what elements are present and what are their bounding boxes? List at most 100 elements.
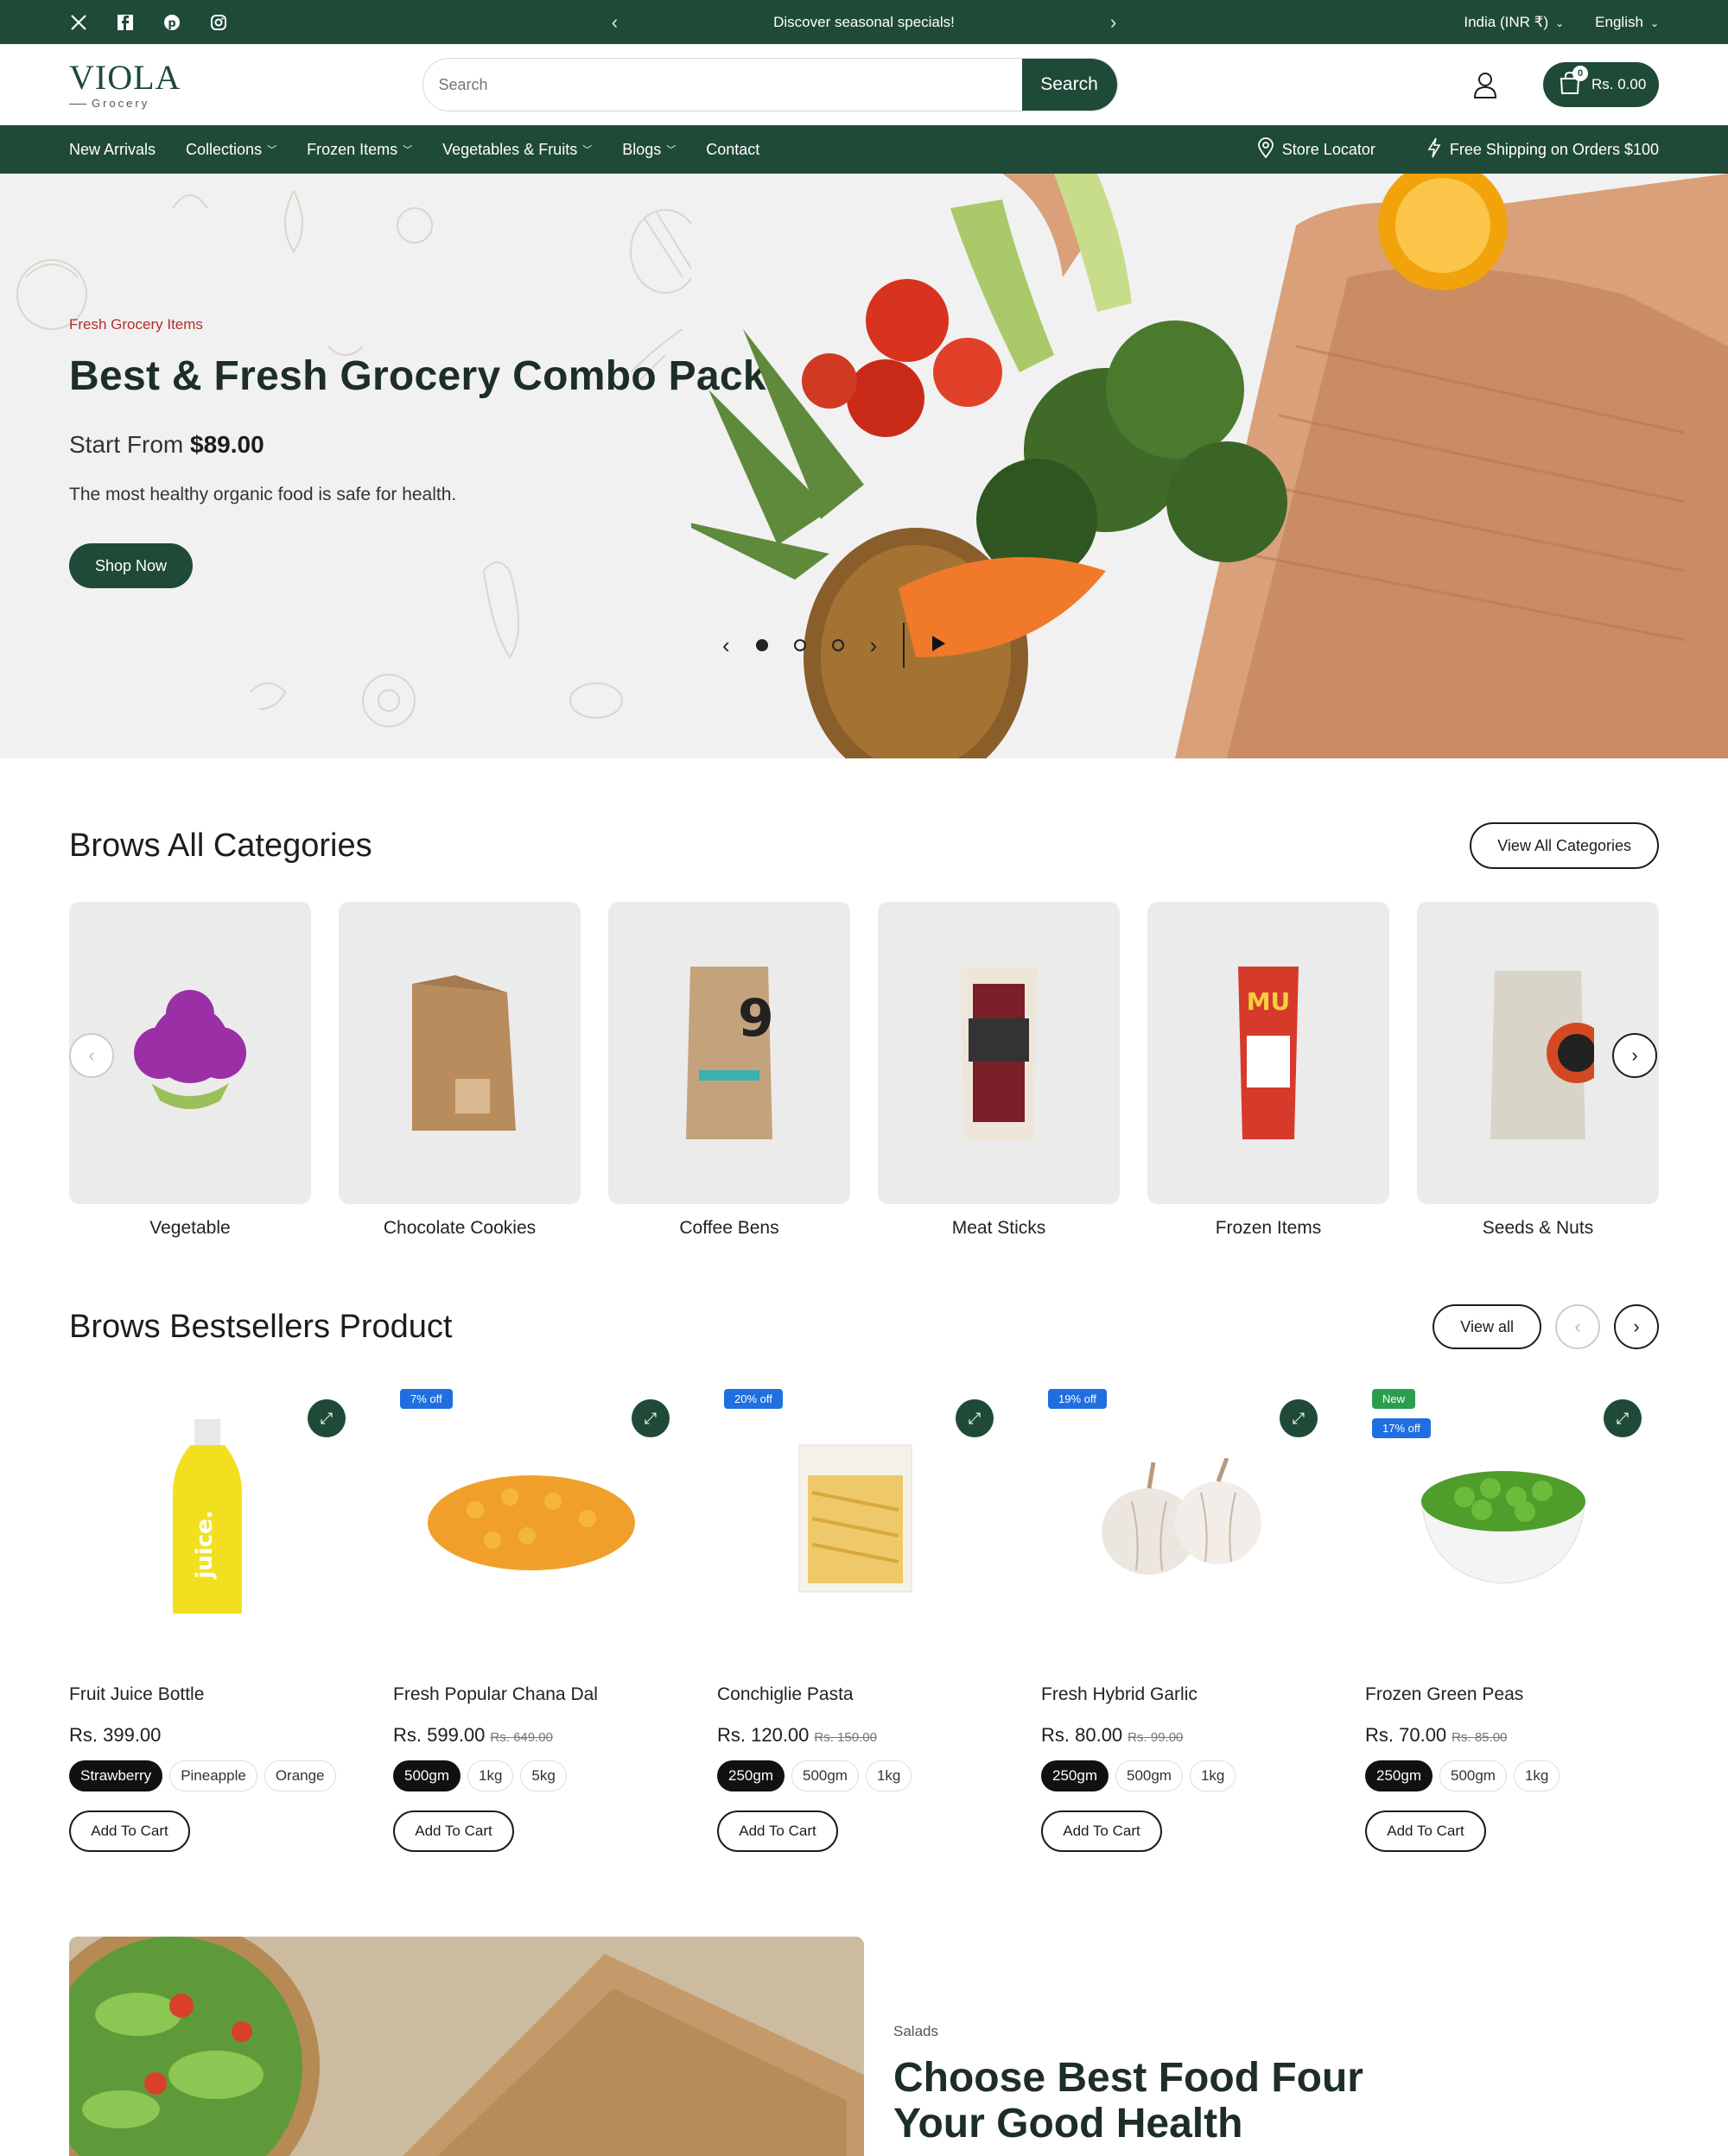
svg-text:MU: MU	[1247, 987, 1291, 1016]
svg-text:juice.: juice.	[192, 1510, 218, 1579]
new-badge: New	[1372, 1389, 1416, 1409]
discount-badge: 19% off	[1048, 1389, 1107, 1409]
add-to-cart-button[interactable]: Add To Cart	[69, 1810, 190, 1852]
product-card[interactable]: juice. ⤢ Fruit Juice Bottle Rs. 399.00 S…	[69, 1389, 346, 1852]
slide-dot-3[interactable]	[831, 639, 844, 651]
announcement-prev-button[interactable]: ‹	[612, 11, 618, 34]
variant-options: 250gm 500gm 1kg	[717, 1760, 994, 1791]
category-card[interactable]: Chocolate Cookies	[339, 902, 581, 1239]
add-to-cart-button[interactable]: Add To Cart	[1365, 1810, 1486, 1852]
product-price-row: Rs. 599.00 Rs. 649.00	[393, 1724, 670, 1747]
social-links: p	[69, 13, 228, 32]
expand-icon[interactable]: ⤢	[1604, 1399, 1642, 1437]
product-card[interactable]: 20% off ⤢ Conchiglie Pasta Rs. 120.00 Rs.…	[717, 1389, 994, 1852]
variant-option[interactable]: 1kg	[865, 1760, 912, 1791]
language-selector[interactable]: English ⌄	[1595, 14, 1659, 31]
cart-count-badge: 0	[1572, 66, 1588, 81]
categories-prev-button[interactable]: ‹	[69, 1033, 114, 1078]
facebook-icon[interactable]	[116, 13, 135, 32]
nav-contact[interactable]: Contact	[706, 141, 759, 159]
category-card[interactable]: MU Frozen Items	[1147, 902, 1389, 1239]
variant-option[interactable]: 1kg	[467, 1760, 514, 1791]
variant-option[interactable]: 5kg	[520, 1760, 567, 1791]
variant-option[interactable]: 1kg	[1189, 1760, 1236, 1791]
x-icon[interactable]	[69, 13, 88, 32]
hero-next-button[interactable]: ›	[870, 632, 878, 659]
language-label: English	[1595, 13, 1643, 30]
product-card[interactable]: New 17% off ⤢ Frozen Green Peas Rs. 70.0…	[1365, 1389, 1642, 1852]
variant-option[interactable]: 1kg	[1513, 1760, 1560, 1791]
nav-vegetables-fruits[interactable]: Vegetables & Fruits ﹀	[442, 141, 592, 159]
slide-dot-2[interactable]	[793, 639, 806, 651]
variant-option[interactable]: 500gm	[1115, 1760, 1183, 1791]
expand-icon[interactable]: ⤢	[956, 1399, 994, 1437]
cart-button[interactable]: 0 Rs. 0.00	[1543, 62, 1659, 107]
instagram-icon[interactable]	[209, 13, 228, 32]
nav-label: Blogs	[622, 140, 662, 158]
bestsellers-prev-button[interactable]: ‹	[1555, 1304, 1600, 1349]
variant-option[interactable]: Orange	[264, 1760, 336, 1791]
shop-now-button[interactable]: Shop Now	[69, 543, 193, 588]
region-selector[interactable]: India (INR ₹) ⌄	[1464, 14, 1564, 31]
category-name: Frozen Items	[1215, 1218, 1322, 1238]
play-icon[interactable]	[931, 635, 946, 656]
chevron-down-icon: ﹀	[666, 145, 677, 155]
add-to-cart-button[interactable]: Add To Cart	[1041, 1810, 1162, 1852]
variant-option[interactable]: 500gm	[791, 1760, 859, 1791]
nav-collections[interactable]: Collections ﹀	[186, 141, 276, 159]
product-price-row: Rs. 399.00	[69, 1724, 346, 1747]
expand-icon[interactable]: ⤢	[632, 1399, 670, 1437]
hero-eyebrow: Fresh Grocery Items	[69, 316, 203, 333]
category-card[interactable]: Meat Sticks	[878, 902, 1120, 1239]
lightning-icon	[1427, 137, 1441, 162]
search-input[interactable]	[422, 59, 1022, 111]
nav-new-arrivals[interactable]: New Arrivals	[69, 141, 156, 159]
variant-option[interactable]: 500gm	[393, 1760, 461, 1791]
announcement-next-button[interactable]: ›	[1110, 11, 1116, 34]
variant-option[interactable]: Pineapple	[169, 1760, 257, 1791]
view-all-products-button[interactable]: View all	[1433, 1304, 1541, 1349]
account-icon[interactable]	[1471, 70, 1500, 99]
search-button[interactable]: Search	[1021, 59, 1117, 111]
product-card[interactable]: 7% off ⤢ Fresh Popular Chana Dal Rs. 599…	[393, 1389, 670, 1852]
nav-label: Frozen Items	[307, 140, 398, 158]
product-name: Fresh Hybrid Garlic	[1041, 1684, 1198, 1704]
nav-frozen-items[interactable]: Frozen Items ﹀	[307, 141, 412, 159]
variant-option[interactable]: Strawberry	[69, 1760, 163, 1791]
categories-section: Brows All Categories View All Categories…	[0, 822, 1728, 1239]
expand-icon[interactable]: ⤢	[308, 1399, 346, 1437]
nav-label: Contact	[706, 140, 760, 158]
chevron-down-icon: ﹀	[403, 145, 413, 155]
variant-option[interactable]: 500gm	[1439, 1760, 1507, 1791]
variant-option[interactable]: 250gm	[1041, 1760, 1109, 1791]
promo-content: Salads Choose Best Food Four Your Good H…	[893, 1937, 1377, 2156]
category-image	[339, 902, 581, 1204]
salad-promo-image	[69, 1937, 864, 2156]
view-all-categories-button[interactable]: View All Categories	[1470, 822, 1659, 869]
add-to-cart-button[interactable]: Add To Cart	[717, 1810, 838, 1852]
product-price: Rs. 80.00	[1041, 1724, 1123, 1746]
promo-title: Choose Best Food Four Your Good Health	[893, 2055, 1363, 2146]
logo[interactable]: VIOLA Grocery	[69, 60, 180, 110]
slide-dot-1[interactable]	[755, 639, 768, 651]
add-to-cart-button[interactable]: Add To Cart	[393, 1810, 514, 1852]
variant-option[interactable]: 250gm	[1365, 1760, 1433, 1791]
hero-prev-button[interactable]: ‹	[722, 632, 730, 659]
hero-slider-controls: ‹ ›	[722, 623, 946, 668]
pinterest-icon[interactable]: p	[162, 13, 181, 32]
product-image: 19% off ⤢	[1041, 1389, 1318, 1648]
product-price: Rs. 70.00	[1365, 1724, 1447, 1746]
store-locator-link[interactable]: Store Locator	[1257, 136, 1375, 162]
categories-next-button[interactable]: ›	[1612, 1033, 1657, 1078]
variant-options: 500gm 1kg 5kg	[393, 1760, 670, 1791]
category-image	[878, 902, 1120, 1204]
product-card[interactable]: 19% off ⤢ Fresh Hybrid Garlic Rs. 80.00 R…	[1041, 1389, 1318, 1852]
bestsellers-next-button[interactable]: ›	[1614, 1304, 1659, 1349]
discount-badge: 7% off	[400, 1389, 453, 1409]
nav-blogs[interactable]: Blogs ﹀	[622, 141, 676, 159]
product-name: Fresh Popular Chana Dal	[393, 1684, 598, 1704]
category-card[interactable]: 9 Coffee Bens	[608, 902, 850, 1239]
hero-banner: Fresh Grocery Items Best & Fresh Grocery…	[0, 174, 1728, 758]
expand-icon[interactable]: ⤢	[1280, 1399, 1318, 1437]
variant-option[interactable]: 250gm	[717, 1760, 785, 1791]
